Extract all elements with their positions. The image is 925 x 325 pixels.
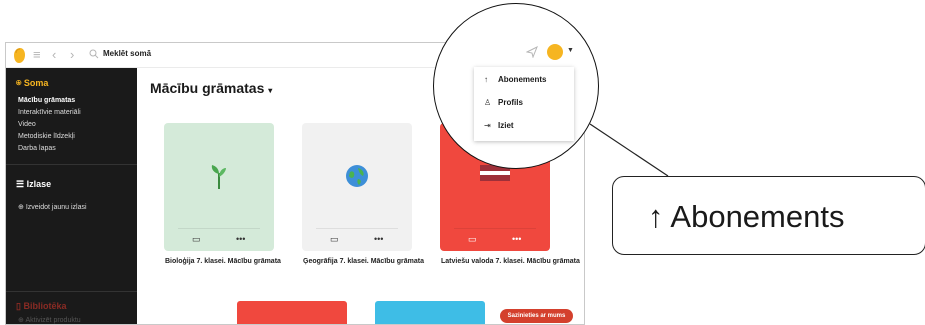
callout-label: ↑ Abonements <box>648 199 845 234</box>
callout-box: ↑ Abonements <box>612 176 925 255</box>
callout-pointer <box>589 123 669 177</box>
arrow-up-icon: ↑ <box>648 199 664 234</box>
